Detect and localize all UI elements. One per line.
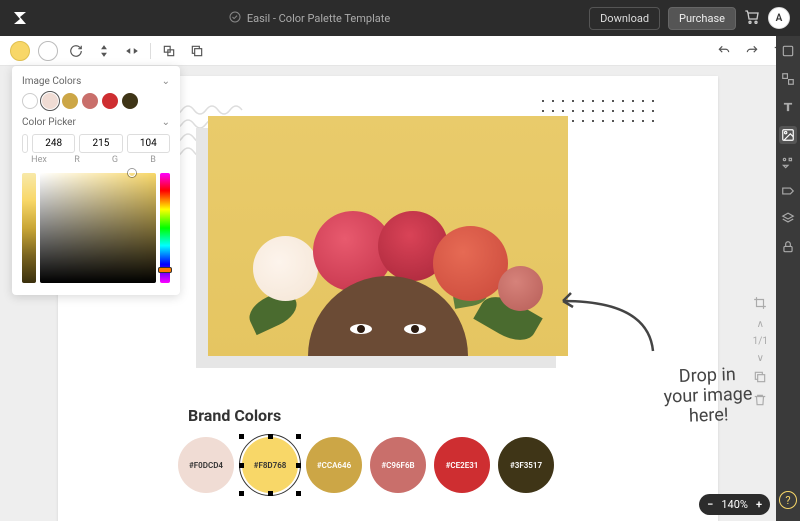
rail-elements-icon[interactable] [779, 154, 797, 172]
app-logo[interactable] [10, 8, 30, 28]
r-input[interactable] [32, 134, 75, 153]
rotate-button[interactable] [66, 41, 86, 61]
image-colors-toggle[interactable]: ⌄ [162, 76, 170, 87]
rail-resize-icon[interactable] [779, 70, 797, 88]
brand-swatches: #F0DCD4#F8D768#CCA646#C96F6B#CE2E31#3F35… [178, 437, 688, 493]
brand-swatch[interactable]: #F0DCD4 [178, 437, 234, 493]
zoom-out-button[interactable]: − [707, 498, 713, 511]
color-picker-label: Color Picker [22, 117, 76, 128]
right-sidebar: ? [776, 36, 800, 521]
image-color-swatch[interactable] [102, 93, 118, 109]
arrange-button[interactable] [159, 41, 179, 61]
next-page-icon[interactable]: ∨ [757, 353, 764, 364]
brand-swatch[interactable]: #C96F6B [370, 437, 426, 493]
app-header: Easil - Color Palette Template Download … [0, 0, 800, 36]
document-title[interactable]: Easil - Color Palette Template [247, 12, 390, 25]
cart-icon[interactable] [744, 9, 760, 28]
image-color-swatch[interactable] [122, 93, 138, 109]
image-color-swatch[interactable] [62, 93, 78, 109]
download-button[interactable]: Download [589, 7, 660, 30]
rail-brand-icon[interactable] [779, 182, 797, 200]
annotation-text: Drop in your image here! [647, 364, 769, 428]
color-panel: Image Colors ⌄ Color Picker ⌄ Hex R G B [12, 66, 180, 295]
image-color-swatch[interactable] [22, 93, 38, 109]
crop-page-icon[interactable] [753, 296, 767, 313]
zoom-value[interactable]: 140% [721, 498, 748, 511]
fill-color-button[interactable] [10, 41, 30, 61]
image-placeholder[interactable] [208, 116, 568, 356]
stroke-color-button[interactable] [38, 41, 58, 61]
b-input[interactable] [127, 134, 170, 153]
g-input[interactable] [79, 134, 122, 153]
user-avatar[interactable]: A [768, 7, 790, 29]
hue-slider[interactable] [160, 173, 170, 283]
help-button[interactable]: ? [779, 491, 797, 509]
prev-page-icon[interactable]: ∧ [757, 319, 764, 330]
g-label: G [98, 155, 132, 165]
shade-slider[interactable] [22, 173, 36, 283]
brand-swatch[interactable]: #CCA646 [306, 437, 362, 493]
flip-vertical-button[interactable] [94, 41, 114, 61]
hex-label: Hex [22, 155, 56, 165]
brand-colors-heading: Brand Colors [188, 406, 688, 425]
image-color-swatch[interactable] [82, 93, 98, 109]
rail-images-icon[interactable] [779, 126, 797, 144]
rail-lock-icon[interactable] [779, 238, 797, 256]
saved-icon [229, 11, 241, 26]
duplicate-button[interactable] [187, 41, 207, 61]
edit-toolbar [0, 36, 800, 66]
purchase-button[interactable]: Purchase [668, 7, 736, 30]
page-indicator: 1/1 [753, 336, 768, 347]
delete-page-icon[interactable] [753, 393, 767, 410]
r-label: R [60, 155, 94, 165]
b-label: B [136, 155, 170, 165]
zoom-in-button[interactable]: + [756, 498, 762, 511]
brand-swatch[interactable]: #CE2E31 [434, 437, 490, 493]
brand-swatch[interactable]: #3F3517 [498, 437, 554, 493]
page-controls: ∧ 1/1 ∨ [753, 296, 768, 410]
annotation-arrow [553, 281, 663, 361]
flip-horizontal-button[interactable] [122, 41, 142, 61]
rail-text-icon[interactable] [779, 98, 797, 116]
duplicate-page-icon[interactable] [753, 370, 767, 387]
color-picker-toggle[interactable]: ⌄ [162, 117, 170, 128]
image-colors-row [22, 93, 170, 109]
saturation-value-box[interactable] [40, 173, 156, 283]
image-colors-label: Image Colors [22, 76, 81, 87]
redo-button[interactable] [742, 41, 762, 61]
undo-button[interactable] [714, 41, 734, 61]
hex-input[interactable] [22, 134, 28, 153]
rail-templates-icon[interactable] [779, 42, 797, 60]
rail-layers-icon[interactable] [779, 210, 797, 228]
zoom-control: − 140% + [699, 494, 770, 515]
image-color-swatch[interactable] [42, 93, 58, 109]
brand-swatch[interactable]: #F8D768 [242, 437, 298, 493]
